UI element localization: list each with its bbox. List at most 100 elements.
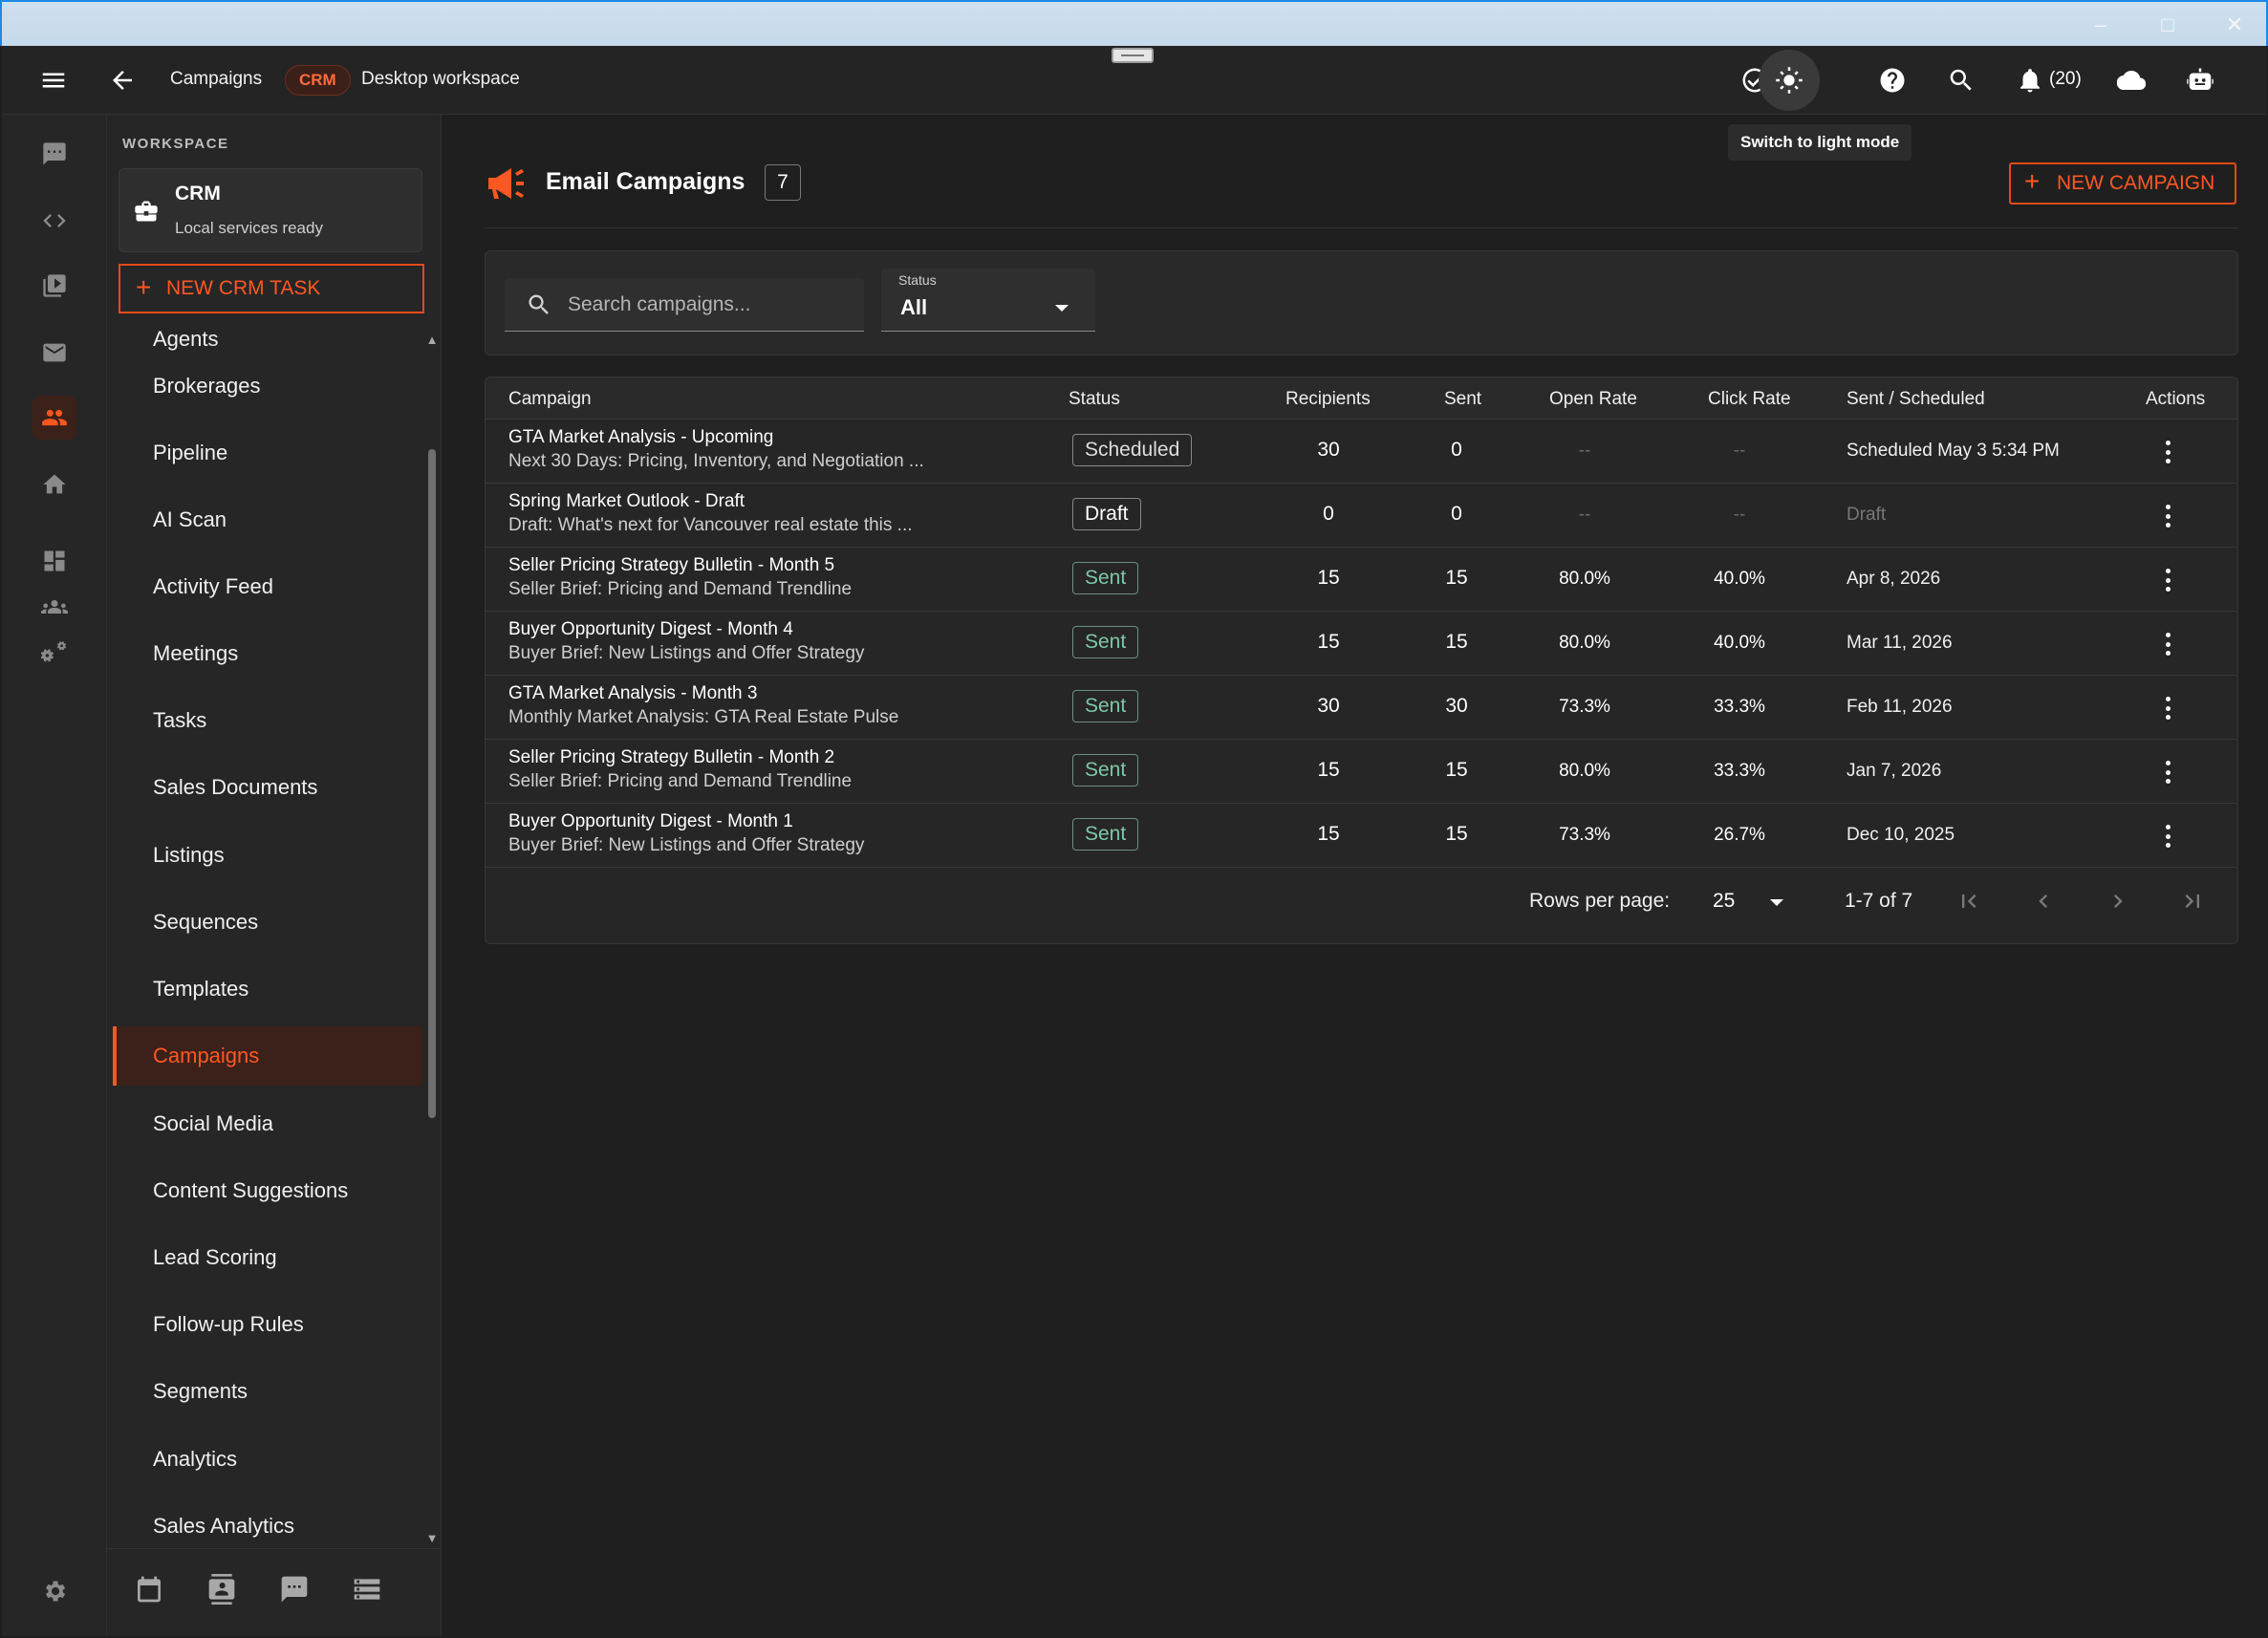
mail-icon[interactable] <box>32 331 76 375</box>
search-icon[interactable] <box>1940 59 1982 101</box>
sidebar-item-sequences[interactable]: Sequences <box>113 893 422 952</box>
sidebar-item-listings[interactable]: Listings <box>113 826 422 885</box>
sidebar-item-segments[interactable]: Segments <box>113 1362 422 1421</box>
table-row[interactable]: GTA Market Analysis - Upcoming Next 30 D… <box>486 420 2237 484</box>
people-icon[interactable] <box>32 396 76 440</box>
table-header: Campaign Status Recipients Sent Open Rat… <box>486 377 2237 420</box>
sidebar-item-meetings[interactable]: Meetings <box>113 624 422 683</box>
more-actions-icon[interactable] <box>2154 629 2181 659</box>
sidebar-item-campaigns[interactable]: Campaigns <box>113 1026 422 1086</box>
table-row[interactable]: Buyer Opportunity Digest - Month 4 Buyer… <box>486 612 2237 676</box>
cloud-icon[interactable] <box>2110 59 2152 101</box>
search-field[interactable] <box>505 278 864 332</box>
last-page-icon[interactable] <box>2173 882 2212 920</box>
sun-icon[interactable] <box>1759 50 1820 111</box>
minimize-window-button[interactable]: – <box>2080 10 2122 40</box>
sidebar-item-pipeline[interactable]: Pipeline <box>113 423 422 483</box>
new-crm-task-button[interactable]: NEW CRM TASK <box>119 264 424 313</box>
sidebar-item-follow-up-rules[interactable]: Follow-up Rules <box>113 1295 422 1354</box>
status-select[interactable]: Status All <box>881 269 1095 332</box>
dashboard-icon[interactable] <box>32 539 76 583</box>
more-actions-icon[interactable] <box>2154 565 2181 595</box>
sidebar-item-social-media[interactable]: Social Media <box>113 1094 422 1153</box>
groups-icon[interactable] <box>32 585 76 629</box>
settings-gears-icon[interactable] <box>32 631 76 675</box>
more-actions-icon[interactable] <box>2154 821 2181 851</box>
previous-page-icon[interactable] <box>2024 882 2063 920</box>
next-page-icon[interactable] <box>2099 882 2137 920</box>
sidebar-item-sales-analytics[interactable]: Sales Analytics <box>113 1497 422 1546</box>
table-row[interactable]: GTA Market Analysis - Month 3 Monthly Ma… <box>486 676 2237 740</box>
search-input[interactable] <box>568 288 854 322</box>
open-rate: -- <box>1578 505 1591 525</box>
sidebar-item-brokerages[interactable]: Brokerages <box>113 356 422 416</box>
sidebar-item-templates[interactable]: Templates <box>113 959 422 1019</box>
sidebar-item-content-suggestions[interactable]: Content Suggestions <box>113 1161 422 1220</box>
chat-icon[interactable] <box>32 132 76 176</box>
sent-scheduled-date: Draft <box>1847 505 1887 525</box>
media-icon[interactable] <box>32 264 76 308</box>
briefcase-icon <box>135 201 158 222</box>
sidebar-item-activity-feed[interactable]: Activity Feed <box>113 557 422 616</box>
workspace-name: Desktop workspace <box>361 69 520 89</box>
calendar-icon[interactable] <box>130 1570 168 1608</box>
dropdown-arrow-icon[interactable] <box>1770 899 1783 906</box>
close-window-button[interactable]: ✕ <box>2214 10 2256 40</box>
column-header-sent[interactable]: Sent <box>1444 389 1481 410</box>
status-badge: Sent <box>1072 562 1139 594</box>
window-titlebar[interactable]: – □ ✕ <box>0 0 2268 46</box>
more-actions-icon[interactable] <box>2154 437 2181 467</box>
sidebar-item-tasks[interactable]: Tasks <box>113 691 422 750</box>
sidebar-item-lead-scoring[interactable]: Lead Scoring <box>113 1228 422 1287</box>
back-arrow-icon[interactable] <box>101 59 143 101</box>
table-row[interactable]: Seller Pricing Strategy Bulletin - Month… <box>486 548 2237 612</box>
workspace-label: WORKSPACE <box>122 136 229 152</box>
drag-handle[interactable] <box>1112 48 1154 63</box>
column-header-recipients[interactable]: Recipients <box>1285 389 1371 410</box>
column-header-status[interactable]: Status <box>1069 389 1120 410</box>
workspace-card[interactable]: CRM Local services ready <box>119 168 422 252</box>
robot-icon[interactable] <box>2179 59 2221 101</box>
table-row[interactable]: Buyer Opportunity Digest - Month 1 Buyer… <box>486 804 2237 868</box>
sidebar-item-ai-scan[interactable]: AI Scan <box>113 490 422 550</box>
campaign-subject: Seller Brief: Pricing and Demand Trendli… <box>508 771 853 791</box>
campaign-name: Spring Market Outlook - Draft <box>508 491 745 511</box>
click-rate: -- <box>1733 505 1746 525</box>
recipients-count: 15 <box>1317 759 1340 781</box>
more-actions-icon[interactable] <box>2154 501 2181 531</box>
sent-scheduled-date: Apr 8, 2026 <box>1847 569 1941 589</box>
notification-count: (20) <box>2049 69 2082 89</box>
table-row[interactable]: Spring Market Outlook - Draft Draft: Wha… <box>486 484 2237 548</box>
campaign-subject: Buyer Brief: New Listings and Offer Stra… <box>508 835 865 855</box>
new-campaign-button[interactable]: NEW CAMPAIGN <box>2009 162 2236 205</box>
bell-icon[interactable] <box>2009 59 2051 101</box>
recipients-count: 15 <box>1317 631 1340 653</box>
crm-badge: CRM <box>285 65 351 96</box>
more-actions-icon[interactable] <box>2154 693 2181 723</box>
more-actions-icon[interactable] <box>2154 757 2181 787</box>
maximize-window-button[interactable]: □ <box>2147 10 2189 40</box>
column-header-sent-scheduled[interactable]: Sent / Scheduled <box>1847 389 1985 410</box>
scroll-down-arrow-icon[interactable]: ▼ <box>424 1531 440 1545</box>
workspace-status: Local services ready <box>175 219 323 237</box>
table-row[interactable]: Seller Pricing Strategy Bulletin - Month… <box>486 740 2237 804</box>
home-icon[interactable] <box>32 463 76 506</box>
column-header-open-rate[interactable]: Open Rate <box>1549 389 1637 410</box>
code-icon[interactable] <box>32 199 76 243</box>
open-rate: 73.3% <box>1559 825 1610 845</box>
sidebar-scrollbar[interactable] <box>428 449 436 1118</box>
message-icon[interactable] <box>275 1570 313 1608</box>
sidebar-item-sales-documents[interactable]: Sales Documents <box>113 758 422 817</box>
open-rate: 80.0% <box>1559 761 1610 781</box>
first-page-icon[interactable] <box>1950 882 1988 920</box>
help-icon[interactable] <box>1871 59 1913 101</box>
rows-per-page-select[interactable]: 25 <box>1713 890 1735 913</box>
sidebar-item-analytics[interactable]: Analytics <box>113 1430 422 1489</box>
contact-card-icon[interactable] <box>203 1570 241 1608</box>
menu-icon[interactable] <box>32 59 75 101</box>
column-header-campaign[interactable]: Campaign <box>508 389 592 410</box>
column-header-click-rate[interactable]: Click Rate <box>1708 389 1791 410</box>
list-icon[interactable] <box>348 1570 386 1608</box>
campaign-name: Buyer Opportunity Digest - Month 4 <box>508 619 793 639</box>
settings-icon[interactable] <box>32 1569 76 1613</box>
